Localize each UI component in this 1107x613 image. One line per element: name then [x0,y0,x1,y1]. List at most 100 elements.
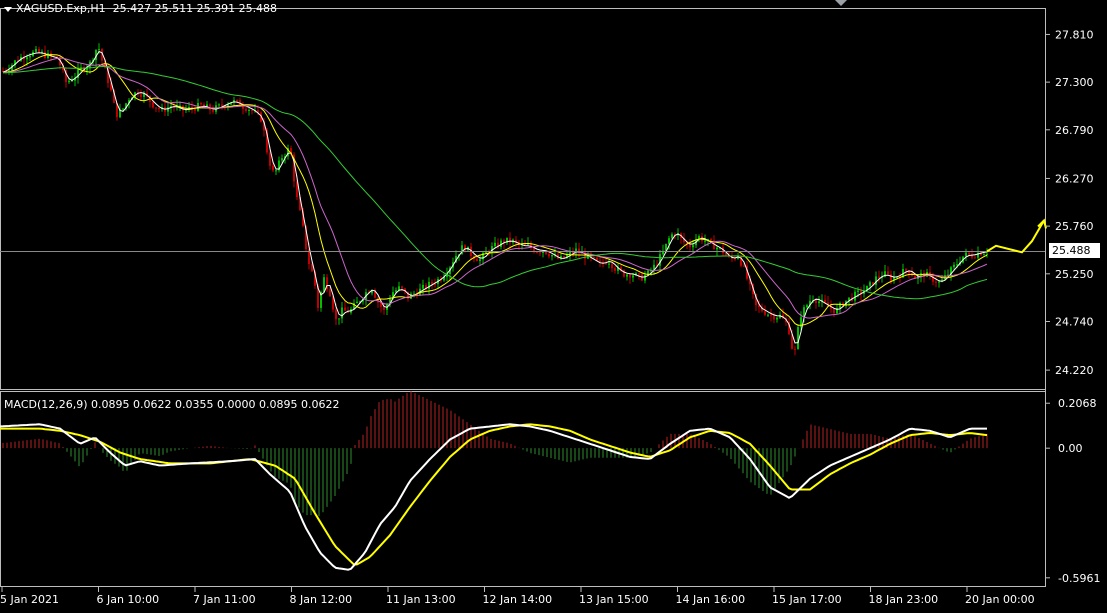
candle-body [356,301,358,304]
candle-body [767,314,769,316]
dropdown-triangle-icon[interactable] [4,6,12,12]
candle-body [614,268,616,271]
candle-body [776,317,778,320]
candle-body [212,110,214,112]
macd-axis-label: 0.2068 [1058,397,1097,410]
candle-body [671,234,673,239]
candle-body [218,104,220,106]
projection-arrow-path [986,219,1045,254]
time-axis-label: 12 Jan 14:00 [483,593,553,606]
candle-body [140,94,142,97]
symbol-header: XAGUSD.Exp,H1 25.427 25.511 25.391 25.48… [4,2,277,15]
candle-body [29,56,31,58]
candle-body [887,271,889,275]
candle-body [632,275,634,278]
time-axis-label: 8 Jan 12:00 [290,593,353,606]
time-axis-label: 6 Jan 10:00 [97,593,160,606]
candle-body [968,252,970,255]
candle-body [890,274,892,281]
candle-body [794,348,796,350]
candle-body [644,274,646,281]
candle-body [953,264,955,268]
candle-body [668,238,670,244]
candle-body [956,264,958,266]
candle-body [155,107,157,109]
candle-body [743,265,745,267]
candle-body [608,263,610,265]
candle-body [764,311,766,315]
candle-body [611,263,613,269]
candle-body [98,48,100,50]
price-axis-label: 27.300 [1055,76,1094,89]
candle-body [494,242,496,247]
price-axis-label: 25.760 [1055,220,1094,233]
time-axis-label: 11 Jan 13:00 [386,593,456,606]
chart-shift-marker [835,0,847,6]
chart-area[interactable]: 27.810 27.300 26.790 26.270 25.760 25.250 24.7… [0,0,1107,609]
candle-body [158,108,160,110]
candle-body [401,286,403,289]
time-axis-label: 14 Jan 16:00 [676,593,746,606]
candle-body [272,165,274,171]
candle-body [638,273,640,275]
candle-body [431,281,433,284]
moving-average-1 [2,50,988,344]
macd-indicator-label: MACD(12,26,9) 0.0895 0.0622 0.0355 0.000… [4,398,340,411]
candle-body [704,240,706,242]
candle-body [383,306,385,310]
current-price-tag: 25.488 [1049,243,1100,258]
candle-body [692,245,694,248]
candle-body [26,57,28,60]
candle-body [422,284,424,289]
candle-body [983,254,985,256]
candle-body [152,101,154,108]
candle-body [221,104,223,107]
price-axis-label: 24.220 [1055,364,1094,377]
candle-body [770,314,772,316]
macd-axis-label: 0.00 [1058,442,1083,455]
candle-body [335,309,337,320]
price-axis-label: 27.810 [1055,28,1094,41]
candle-body [905,269,907,271]
candle-body [725,253,727,256]
candle-body [869,282,871,286]
price-axis-label: 26.270 [1055,172,1094,185]
candle-body [68,80,70,83]
time-axis-label: 13 Jan 15:00 [579,593,649,606]
candle-body [773,315,775,320]
candle-body [122,108,124,110]
candle-body [338,318,340,320]
price-axis-label: 26.790 [1055,124,1094,137]
candle-body [551,255,553,257]
candle-body [818,301,820,304]
moving-average-2 [2,54,988,326]
candle-body [833,308,835,314]
candle-body [563,256,565,258]
time-axis-label: 18 Jan 23:00 [869,593,939,606]
candle-body [716,247,718,250]
chart-svg[interactable]: 27.810 27.300 26.790 26.270 25.760 25.250 24.7… [0,0,1107,609]
candle-body [569,251,571,255]
candle-body [878,276,880,278]
candle-body [35,48,37,52]
candle-body [815,300,817,304]
candle-body [593,257,595,259]
candle-body [548,254,550,257]
candle-body [479,259,481,262]
price-axis-label: 24.740 [1055,315,1094,328]
candle-body [269,152,271,166]
candle-body [38,48,40,53]
macd-pane-border [0,391,1046,587]
candle-body [194,108,196,111]
candle-body [935,281,937,283]
candle-body [839,303,841,309]
candle-body [797,327,799,350]
candle-body [329,289,331,297]
candle-body [476,259,478,262]
candle-body [344,307,346,311]
candle-body [245,108,247,111]
time-axis-label: 5 Jan 2021 [0,593,59,606]
time-axis-label: 15 Jan 17:00 [772,593,842,606]
candle-body [965,252,967,257]
candle-body [275,170,277,172]
